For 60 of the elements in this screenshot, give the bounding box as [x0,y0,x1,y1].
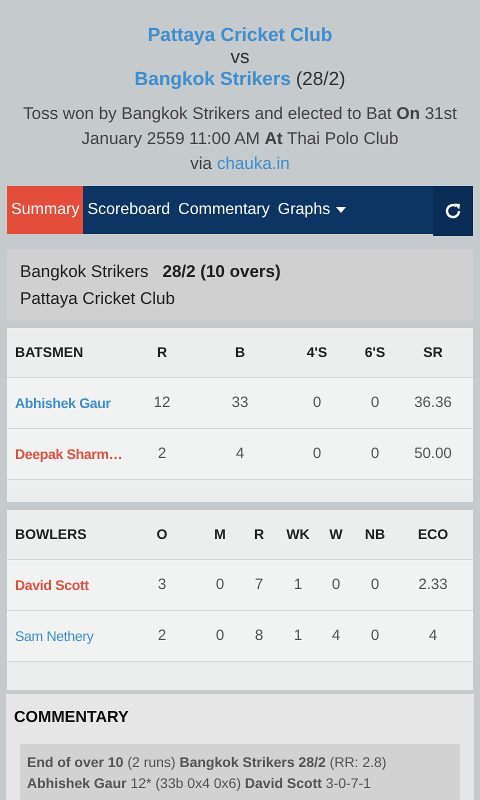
table-cell-text: 0 [370,392,380,413]
column-header: BOWLERS [14,525,88,544]
column-header: R [156,343,168,362]
table-cell-text: 2.33 [417,574,449,595]
team-link[interactable]: Pattaya Cricket Club [148,25,332,47]
table-cell-text: 3 [156,574,168,595]
column-header: SR [422,343,444,362]
commentary-line: End of over 10 (2 runs) Bangkok Strikers 28/2 (RR: 2.8) [27,753,388,772]
column-header: O [156,525,168,544]
column-header: ECO [416,525,450,544]
column-header: NB [364,525,386,544]
player-name[interactable]: David Scott [7,574,124,596]
table-cell-text: 0 [370,626,380,646]
column-header: M [213,525,227,544]
table-cell-text: 2 [156,444,168,464]
refresh-button[interactable] [433,186,473,236]
table-cell-text: 7 [254,574,264,595]
team-name: Bangkok Strikers [20,261,148,283]
source-link[interactable]: chauka.in [216,151,290,176]
table-cell-text: 33 [230,392,250,413]
team-score: 28/2 (10 overs) [162,261,281,283]
column-header: BATSMEN [14,343,84,362]
via-text: via [190,153,212,175]
player-name[interactable]: Sam Nethery [7,626,124,646]
table-cell-text: 1 [292,574,304,595]
table-cell-text: 50.00 [413,444,453,464]
nav-tab[interactable]: Commentary [174,186,274,234]
player-name[interactable]: Deepak Sharm… [7,444,128,464]
column-header: W [328,525,344,544]
column-header: 4'S [306,343,328,362]
table-cell-text: 36.36 [413,392,453,413]
vs-text: vs [230,47,250,69]
column-header: B [234,343,246,362]
table-cell-text: 4 [234,444,246,464]
table-cell-text: 0 [214,626,226,646]
team-name: Pattaya Cricket Club [20,288,176,310]
nav-tab[interactable]: Graphs [274,186,350,234]
table-cell-text: 1 [292,626,304,646]
table-cell-text: 4 [330,626,342,646]
table-cell-text: 2 [156,626,168,646]
commentary-line: Abhishek Gaur 12* (33b 0x4 0x6) David Scott 3-0-7-1 [27,774,372,793]
nav-tab[interactable]: Scoreboard [83,186,174,234]
table-cell-text: 0 [312,444,322,464]
table-cell-text: 12 [152,392,172,413]
table-cell-text: 0 [330,574,342,595]
column-header: WK [285,525,311,544]
table-cell-text: 0 [370,444,380,464]
table-cell-text: 0 [312,392,322,413]
table-cell-text: 0 [214,574,226,595]
column-header: 6'S [364,343,386,362]
player-name[interactable]: Abhishek Gaur [7,392,128,414]
table-cell-text: 4 [428,626,438,646]
refresh-icon [444,202,462,220]
section-title: COMMENTARY [14,708,130,728]
team-score: (28/2) [296,69,346,91]
team-link[interactable]: Bangkok Strikers [134,69,291,91]
table-cell-text: 0 [370,574,380,595]
table-cell-text: 8 [254,626,264,646]
column-header: R [252,525,266,544]
nav-tab[interactable]: Summary [7,186,84,234]
